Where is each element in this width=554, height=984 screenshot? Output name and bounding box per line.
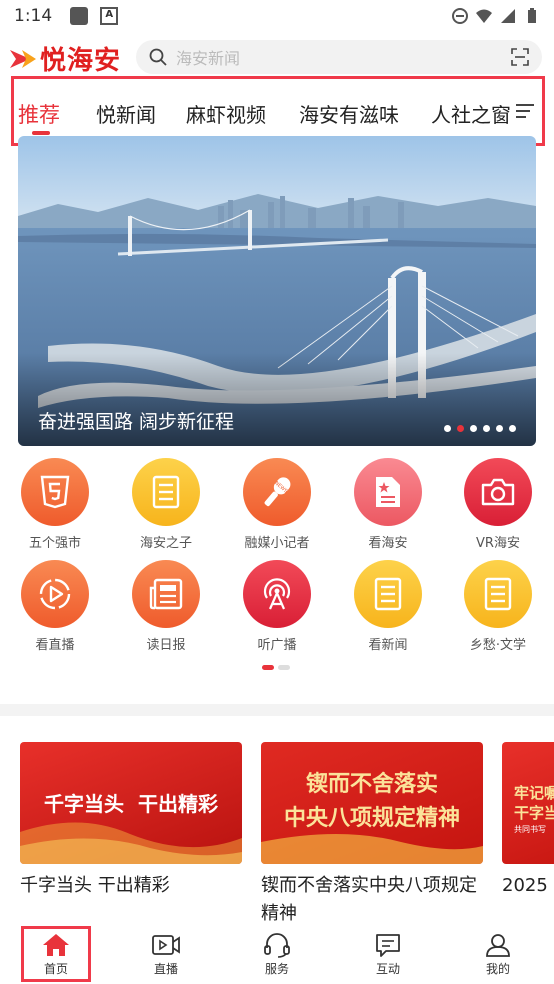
status-time: 1:14: [14, 6, 53, 26]
search-bar[interactable]: 海安新闻: [136, 40, 542, 74]
grid-label: 看海安: [368, 536, 408, 551]
active-tab-indicator: [32, 131, 50, 135]
grid-label: 听广播: [257, 638, 297, 653]
microphone-icon: NEWS: [264, 477, 291, 507]
newspaper-icon: [149, 578, 183, 610]
logo-mark-icon: [10, 49, 36, 68]
banner-dot: [483, 425, 490, 432]
card-image-text: 千字当头 干出精彩: [44, 792, 218, 816]
grid-item-homesick-literature[interactable]: 乡愁·文学: [443, 560, 553, 653]
banner-caption: 奋进强国路 阔步新征程: [38, 411, 235, 433]
nav-mine[interactable]: 我的: [458, 932, 538, 977]
grid-label: 乡愁·文学: [469, 638, 527, 653]
dnd-icon: [452, 8, 468, 24]
video-icon: [152, 935, 180, 955]
grid-label: 看直播: [35, 638, 75, 653]
message-icon: [376, 934, 400, 957]
nav-home-highlight: [21, 926, 91, 982]
grid-label: 看新闻: [368, 638, 408, 653]
grid-page-indicator: [262, 665, 290, 670]
nav-service[interactable]: 服务: [237, 932, 317, 977]
grid-item-vr-haian[interactable]: VR海安: [443, 458, 553, 551]
channel-menu-icon[interactable]: [514, 101, 536, 121]
card-image: 千字当头 干出精彩: [20, 742, 242, 864]
nav-interact-label: 互动: [375, 962, 400, 976]
battery-icon: [528, 8, 536, 23]
nav-live[interactable]: 直播: [126, 932, 206, 977]
scan-icon[interactable]: [510, 47, 530, 67]
grid-item-listen-radio[interactable]: 听广播: [222, 560, 332, 653]
grid-label: VR海安: [476, 536, 520, 551]
banner-image: [18, 136, 536, 446]
headset-icon: [264, 933, 290, 958]
card-image-text-line-2: 中央八项规定精神: [283, 805, 460, 831]
grid-item-five-cities[interactable]: 五个强市: [0, 458, 110, 551]
grid-item-young-reporter[interactable]: NEWS 融媒小记者: [222, 458, 332, 551]
grid-item-son-of-haian[interactable]: 海安之子: [111, 458, 221, 551]
notification-icon: [70, 7, 89, 25]
card-image-text-line-1: 锲而不舍落实: [305, 771, 438, 797]
banner-dot: [470, 425, 477, 432]
card-title: 锲而不舍落实中央八项规定精神: [261, 875, 477, 924]
page-dot: [278, 665, 290, 670]
tab-yue-news[interactable]: 悦新闻: [96, 99, 156, 128]
card-image-text-line-1: 牢记嘱: [514, 784, 554, 802]
tab-haian-flavor[interactable]: 海安有滋味: [299, 99, 399, 128]
live-play-icon: [39, 578, 71, 610]
html5-icon: [40, 475, 70, 509]
document-icon: [152, 475, 180, 509]
search-placeholder: 海安新闻: [176, 49, 241, 68]
news-card[interactable]: 千字当头 干出精彩 千字当头 干出精彩: [20, 742, 242, 900]
app-name: 悦海安: [40, 46, 122, 76]
wifi-icon: [476, 9, 492, 23]
grid-label: 五个强市: [28, 536, 81, 551]
app-header: 悦海安 海安新闻: [0, 36, 554, 80]
signal-icon: [501, 9, 515, 23]
nav-mine-label: 我的: [485, 962, 510, 976]
banner-dot-active: [457, 425, 464, 432]
card-title: 千字当头 干出精彩: [20, 875, 170, 896]
grid-item-watch-news[interactable]: 看新闻: [333, 560, 443, 653]
card-image-text-line-2: 干字当: [514, 804, 554, 822]
nav-live-label: 直播: [153, 962, 178, 976]
news-card[interactable]: 锲而不舍落实 中央八项规定精神 锲而不舍落实中央八项规定精神: [261, 742, 483, 928]
grid-item-read-daily[interactable]: 读日报: [111, 560, 221, 653]
nav-interact[interactable]: 互动: [348, 932, 428, 977]
tab-maxia-video[interactable]: 麻虾视频: [186, 99, 266, 128]
a-notification-icon: A: [100, 7, 119, 25]
card-title: 2025 全: [502, 875, 554, 896]
banner-dot: [509, 425, 516, 432]
camera-icon: [481, 478, 515, 506]
tab-recommend[interactable]: 推荐: [18, 99, 60, 129]
banner-dot: [444, 425, 451, 432]
document-icon: [374, 577, 402, 611]
grid-item-see-haian[interactable]: 看海安: [333, 458, 443, 551]
nav-service-label: 服务: [264, 962, 289, 976]
grid-label: 融媒小记者: [244, 536, 310, 551]
page-dot-active: [262, 665, 274, 670]
banner-dots: [444, 425, 516, 432]
status-bar: 1:14 A: [0, 0, 554, 32]
tab-social-window[interactable]: 人社之窗: [431, 99, 511, 128]
file-star-icon: [376, 477, 400, 507]
search-icon: [149, 48, 167, 66]
banner-dot: [496, 425, 503, 432]
user-icon: [486, 934, 510, 957]
news-card[interactable]: 牢记嘱 干字当 共同书写 2025 全: [502, 742, 554, 900]
card-image-text-line-3: 共同书写: [514, 825, 546, 834]
section-divider: [0, 704, 554, 716]
grid-item-watch-live[interactable]: 看直播: [0, 560, 110, 653]
radio-tower-icon: [263, 578, 291, 610]
document-icon: [484, 577, 512, 611]
banner-carousel[interactable]: 奋进强国路 阔步新征程: [18, 136, 536, 446]
card-image: 牢记嘱 干字当 共同书写: [502, 742, 554, 864]
grid-label: 读日报: [146, 638, 186, 653]
card-image: 锲而不舍落实 中央八项规定精神: [261, 742, 483, 864]
grid-label: 海安之子: [139, 536, 192, 551]
app-logo: 悦海安: [8, 40, 121, 77]
